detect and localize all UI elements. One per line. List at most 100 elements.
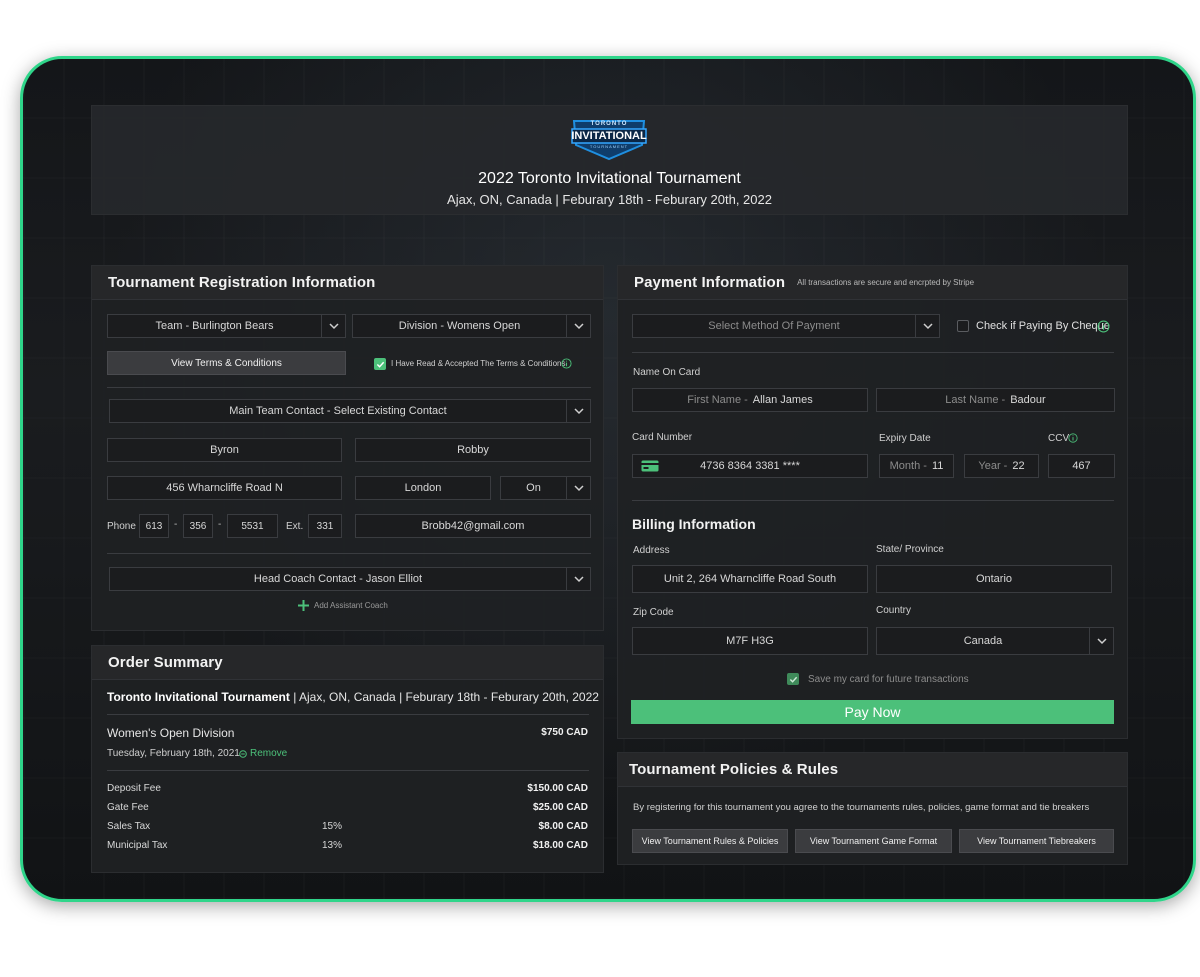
- phone-line-input[interactable]: 5531: [227, 514, 278, 538]
- billing-title: Billing Information: [632, 516, 756, 532]
- zip-code-input[interactable]: M7F H3G: [632, 627, 868, 655]
- team-select[interactable]: Team - Burlington Bears: [107, 314, 346, 338]
- order-event-details: | Ajax, ON, Canada | Feburary 18th - Feb…: [289, 690, 599, 704]
- card-last-name-placeholder: Last Name -: [945, 394, 1006, 406]
- checkmark-icon: [376, 361, 384, 368]
- info-icon[interactable]: [1068, 433, 1078, 443]
- section-divider: [107, 387, 591, 388]
- section-divider: [107, 553, 591, 554]
- contact-first-name-input[interactable]: Byron: [107, 438, 342, 462]
- order-event-line: Toronto Invitational Tournament | Ajax, …: [107, 690, 599, 704]
- remove-item-button[interactable]: Remove: [239, 748, 287, 759]
- phone-ext-input[interactable]: 331: [308, 514, 342, 538]
- policies-title: Tournament Policies & Rules: [629, 761, 839, 778]
- payment-title: Payment Information: [634, 274, 786, 291]
- fee-label: Gate Fee: [107, 802, 149, 813]
- phone-area-input[interactable]: 613: [139, 514, 169, 538]
- view-game-format-button[interactable]: View Tournament Game Format: [795, 829, 952, 853]
- add-assistant-coach-button[interactable]: Add Assistant Coach: [298, 600, 388, 611]
- phone-prefix-input[interactable]: 356: [183, 514, 213, 538]
- logo-bottom-text: TOURNAMENT: [589, 144, 629, 149]
- add-assistant-label: Add Assistant Coach: [314, 601, 388, 610]
- registration-panel: Tournament Registration Information Team…: [91, 265, 604, 631]
- pay-now-button[interactable]: Pay Now: [631, 700, 1114, 724]
- secure-note: All transactions are secure and encrpted…: [797, 278, 975, 287]
- policies-text: By registering for this tournament you a…: [633, 802, 1090, 813]
- billing-state-input[interactable]: Ontario: [876, 565, 1112, 593]
- billing-address-label: Address: [633, 545, 670, 556]
- order-date: Tuesday, February 18th, 2021: [107, 748, 240, 759]
- phone-label: Phone: [107, 521, 136, 532]
- card-first-name-placeholder: First Name -: [687, 394, 748, 406]
- head-coach-select[interactable]: Head Coach Contact - Jason Elliot: [109, 567, 591, 591]
- main-contact-value: Main Team Contact - Select Existing Cont…: [229, 405, 447, 417]
- country-label: Country: [876, 605, 912, 616]
- info-icon[interactable]: [561, 358, 572, 369]
- contact-province-select[interactable]: On: [500, 476, 591, 500]
- card-number-value: 4736 8364 3381 ****: [700, 460, 800, 472]
- registration-header: Tournament Registration Information: [92, 266, 603, 300]
- head-coach-value: Head Coach Contact - Jason Elliot: [253, 573, 423, 585]
- contact-city-input[interactable]: London: [355, 476, 491, 500]
- terms-checkbox[interactable]: [374, 358, 386, 370]
- fee-amount: $150.00 CAD: [527, 783, 588, 794]
- zip-code-label: Zip Code: [633, 607, 674, 618]
- registration-title: Tournament Registration Information: [108, 274, 376, 291]
- payment-method-select[interactable]: Select Method Of Payment: [632, 314, 940, 338]
- view-rules-button[interactable]: View Tournament Rules & Policies: [632, 829, 788, 853]
- contact-address-input[interactable]: 456 Wharncliffe Road N: [107, 476, 342, 500]
- policies-header: Tournament Policies & Rules: [618, 753, 1127, 787]
- plus-icon: [298, 600, 309, 611]
- country-value: Canada: [963, 635, 1003, 647]
- fee-label: Municipal Tax: [107, 840, 168, 851]
- info-icon[interactable]: [1097, 320, 1110, 333]
- card-last-name-input[interactable]: Last Name - Badour: [876, 388, 1115, 412]
- ext-label: Ext.: [286, 521, 304, 532]
- logo-main-text: INVITATIONAL: [571, 130, 647, 142]
- credit-card-icon: [641, 460, 659, 472]
- ccv-input[interactable]: 467: [1048, 454, 1115, 478]
- remove-circle-icon: [239, 749, 247, 758]
- card-number-input[interactable]: 4736 8364 3381 ****: [632, 454, 868, 478]
- chevron-down-icon: [566, 568, 590, 590]
- payment-method-value: Select Method Of Payment: [708, 320, 840, 332]
- chevron-down-icon: [915, 315, 939, 337]
- chevron-down-icon: [566, 400, 590, 422]
- chevron-down-icon: [1089, 628, 1113, 654]
- save-card-label: Save my card for future transactions: [808, 674, 969, 685]
- contact-email-input[interactable]: Brobb42@gmail.com: [355, 514, 591, 538]
- phone-separator: -: [174, 519, 178, 530]
- save-card-checkbox[interactable]: [787, 673, 799, 685]
- country-select[interactable]: Canada: [876, 627, 1114, 655]
- expiry-month-input[interactable]: Month - 11: [879, 454, 954, 478]
- main-contact-select[interactable]: Main Team Contact - Select Existing Cont…: [109, 399, 591, 423]
- ccv-label: CCV: [1048, 433, 1070, 444]
- tournament-title: 2022 Toronto Invitational Tournament: [478, 170, 741, 187]
- fee-amount: $8.00 CAD: [538, 821, 588, 832]
- payment-panel: Payment Information All transactions are…: [617, 265, 1128, 739]
- terms-check-label: I Have Read & Accepted The Terms & Condi…: [391, 359, 566, 368]
- expiry-month-value: 11: [931, 460, 944, 472]
- chevron-down-icon: [566, 315, 590, 337]
- fee-amount: $25.00 CAD: [532, 802, 588, 813]
- chevron-down-icon: [566, 477, 590, 499]
- view-tiebreakers-button[interactable]: View Tournament Tiebreakers: [959, 829, 1114, 853]
- province-value: On: [526, 482, 541, 494]
- card-first-name-input[interactable]: First Name - Allan James: [632, 388, 868, 412]
- cheque-checkbox[interactable]: [957, 320, 969, 332]
- fee-percent: 15%: [322, 821, 343, 832]
- contact-last-name-input[interactable]: Robby: [355, 438, 591, 462]
- view-terms-button[interactable]: View Terms & Conditions: [107, 351, 346, 375]
- expiry-year-input[interactable]: Year - 22: [964, 454, 1039, 478]
- tournament-logo: TORONTO INVITATIONAL TOURNAMENT: [568, 115, 650, 161]
- billing-address-input[interactable]: Unit 2, 264 Wharncliffe Road South: [632, 565, 868, 593]
- billing-state-label: State/ Province: [876, 544, 944, 555]
- order-event-name: Toronto Invitational Tournament: [107, 690, 290, 704]
- section-divider: [632, 352, 1114, 353]
- tournament-subtitle: Ajax, ON, Canada | Feburary 18th - Febur…: [447, 192, 772, 207]
- division-select[interactable]: Division - Womens Open: [352, 314, 591, 338]
- section-divider: [107, 714, 589, 715]
- order-summary-panel: Order Summary Toronto Invitational Tourn…: [91, 645, 604, 873]
- remove-label: Remove: [250, 748, 288, 759]
- fee-label: Deposit Fee: [107, 783, 161, 794]
